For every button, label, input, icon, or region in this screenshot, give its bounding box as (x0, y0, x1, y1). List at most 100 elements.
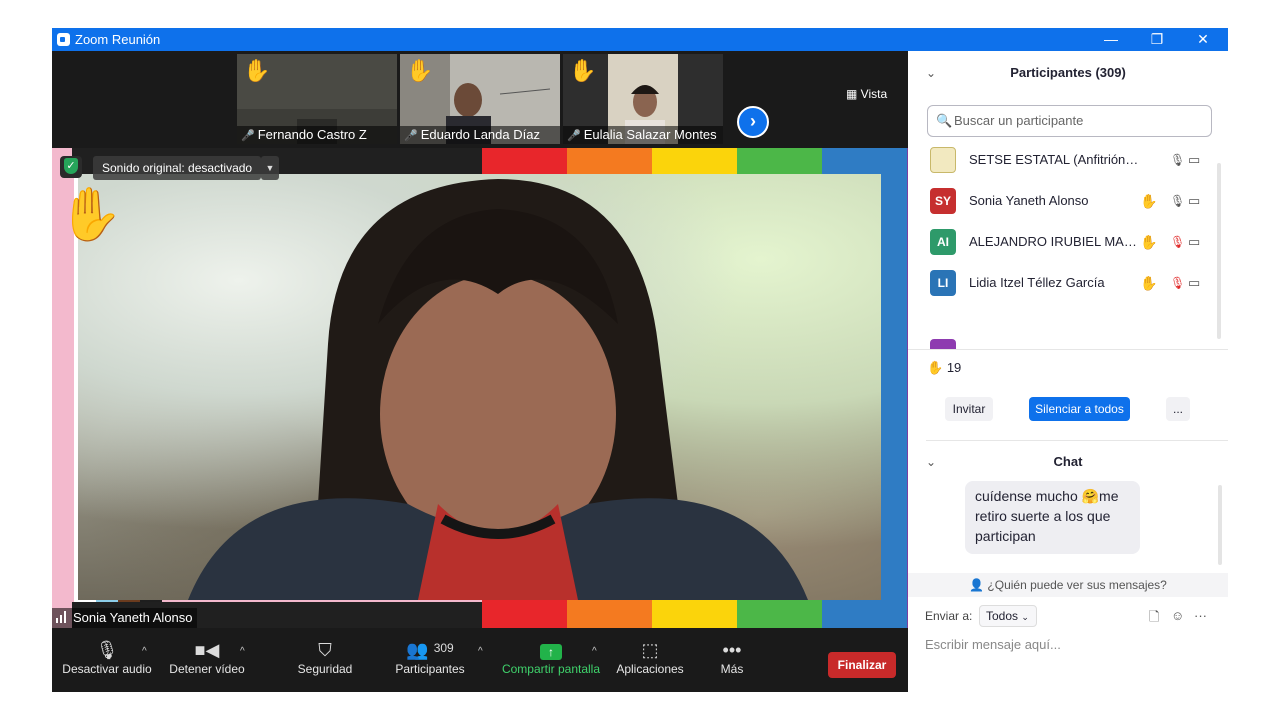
side-panel: ⌄ Participantes (309) 🔍 Buscar un partic… (908, 51, 1228, 692)
user-info-icon: 👤 (969, 578, 988, 592)
video-options-caret[interactable]: ^ (240, 646, 245, 657)
share-screen-icon: ↑ (498, 628, 604, 662)
active-speaker-video[interactable]: Sonido original: desactivado ▼ ✋ Sonia Y… (52, 148, 908, 628)
raised-hand-icon: ✋ (569, 58, 597, 83)
end-meeting-button[interactable]: Finalizar (828, 652, 896, 678)
microphone-icon: 🎙 (95, 640, 119, 660)
invite-button[interactable]: Invitar (945, 397, 993, 421)
zoom-logo-icon (57, 33, 70, 46)
signal-bars-icon (56, 611, 70, 623)
participants-count: 309 (433, 641, 454, 655)
video-area: ✋ 🎤 Fernando Castro Z ✋ 🎤 Eduardo Landa Dí… (52, 51, 908, 692)
speaker-person-image (188, 179, 808, 600)
microphone-icon[interactable]: 🎙 (1170, 188, 1185, 214)
zoom-window: Zoom Reunión — ❐ ✕ ✋ 🎤 Fernando Castro Z … (52, 28, 1228, 692)
raised-hands-count: ✋ 19 (927, 360, 962, 375)
avatar: SY (930, 188, 956, 214)
more-dots-icon[interactable]: ··· (1194, 608, 1207, 623)
avatar: AI (930, 229, 956, 255)
chat-header: ⌄ Chat (908, 450, 1228, 474)
apps-icon: ⬚ (641, 640, 659, 660)
title-bar: Zoom Reunión — ❐ ✕ (52, 28, 1228, 51)
mute-all-button[interactable]: Silenciar a todos (1029, 397, 1130, 421)
file-icon[interactable]: 🗋 (1149, 608, 1159, 630)
grid-icon: ▦ (846, 87, 861, 101)
thumbnail-name-label: 🎤 Eduardo Landa Díaz (400, 126, 560, 144)
stop-video-button[interactable]: ■◀ Detener vídeo (164, 628, 250, 692)
participant-row[interactable]: LI Lidia Itzel Téllez García ✋ 🎙 ▭ (930, 270, 1220, 296)
security-button[interactable]: ⛉ Seguridad (290, 628, 360, 692)
chat-scrollbar[interactable] (1218, 485, 1222, 565)
thumbnail-video[interactable]: ✋ 🎤 Fernando Castro Z (237, 54, 397, 144)
mic-muted-icon[interactable]: 🎙 (1170, 270, 1185, 296)
divider (926, 440, 1228, 441)
microphone-icon[interactable]: 🎙 (1170, 147, 1185, 173)
raised-hand-icon: ✋ (1140, 275, 1158, 291)
next-page-button[interactable]: › (737, 106, 769, 138)
thumbnail-name-label: 🎤 Fernando Castro Z (237, 126, 397, 144)
chat-message-input[interactable]: Escribir mensaje aquí... (925, 637, 1215, 659)
speaker-name-label: Sonia Yaneth Alonso (52, 608, 197, 628)
participant-search-input[interactable]: 🔍 Buscar un participante (927, 105, 1212, 137)
original-sound-dropdown-caret[interactable]: ▼ (261, 156, 279, 180)
video-camera-icon[interactable]: ▭ (1188, 147, 1200, 173)
mic-muted-icon: 🎤 (241, 130, 255, 142)
raised-hand-icon: ✋ (927, 360, 944, 375)
chevron-down-icon: ⌄ (1021, 612, 1029, 622)
avatar: LI (930, 270, 956, 296)
raised-hand-icon: ✋ (58, 186, 123, 244)
participants-header: ⌄ Participantes (309) (908, 61, 1228, 85)
raised-hand-icon: ✋ (1140, 234, 1158, 250)
security-shield-icon: ⛉ (318, 640, 332, 660)
raised-hand-icon: ✋ (1140, 193, 1158, 209)
close-button[interactable]: ✕ (1180, 28, 1226, 51)
restore-button[interactable]: ❐ (1134, 28, 1180, 51)
who-can-see-messages-link[interactable]: 👤 ¿Quién puede ver sus mensajes? (908, 573, 1228, 597)
minimize-button[interactable]: — (1088, 28, 1134, 51)
video-camera-icon[interactable]: ▭ (1188, 270, 1200, 296)
send-to-label: Enviar a: (925, 609, 973, 623)
divider (908, 349, 1228, 350)
shield-icon (60, 156, 82, 178)
view-button[interactable]: ▦ Vista (846, 87, 887, 101)
participants-scrollbar[interactable] (1217, 163, 1221, 339)
meeting-toolbar: 🎙 Desactivar audio ^ ■◀ Detener vídeo ^ … (52, 628, 908, 692)
mute-audio-button[interactable]: 🎙 Desactivar audio (62, 628, 152, 692)
mic-muted-icon[interactable]: 🎙 (1170, 229, 1185, 255)
original-sound-toggle[interactable]: Sonido original: desactivado (93, 156, 262, 180)
window-title: Zoom Reunión (75, 32, 161, 47)
participants-button[interactable]: 👥 309 Participantes (390, 628, 470, 692)
more-button[interactable]: ••• Más (712, 628, 752, 692)
video-camera-icon: ■◀ (194, 640, 220, 660)
audio-options-caret[interactable]: ^ (142, 646, 147, 657)
participant-row[interactable]: SETSE ESTATAL (Anfitrión, yo) 🎙 ▭ (930, 147, 1220, 173)
avatar (930, 339, 956, 349)
raised-hand-icon: ✋ (406, 58, 434, 83)
collapse-chevron-icon[interactable]: ⌄ (926, 450, 936, 474)
apps-button[interactable]: ⬚ Aplicaciones (612, 628, 688, 692)
more-dots-icon: ••• (722, 640, 742, 660)
more-options-button[interactable]: ... (1166, 397, 1190, 421)
thumbnail-video[interactable]: ✋ 🎤 Eduardo Landa Díaz (400, 54, 560, 144)
share-screen-button[interactable]: ↑ Compartir pantalla (498, 628, 604, 692)
participants-options-caret[interactable]: ^ (478, 646, 483, 657)
participant-row[interactable]: AI ALEJANDRO IRUBIEL MART... ✋ 🎙 ▭ (930, 229, 1220, 255)
search-icon: 🔍 (936, 113, 953, 128)
video-camera-icon[interactable]: ▭ (1188, 229, 1200, 255)
recipient-dropdown[interactable]: Todos ⌄ (979, 605, 1037, 627)
collapse-chevron-icon[interactable]: ⌄ (926, 61, 936, 85)
mic-muted-icon: 🎤 (404, 130, 418, 142)
thumbnail-name-label: 🎤 Eulalia Salazar Montes (563, 126, 723, 144)
video-camera-icon[interactable]: ▭ (1188, 188, 1200, 214)
chat-message-bubble: cuídense mucho 🤗me retiro suerte a los q… (965, 481, 1140, 554)
thumbnail-video[interactable]: ✋ 🎤 Eulalia Salazar Montes (563, 54, 723, 144)
avatar (930, 147, 956, 173)
share-options-caret[interactable]: ^ (592, 646, 597, 657)
emoji-icon[interactable]: ☺ (1171, 608, 1184, 623)
raised-hand-icon: ✋ (243, 58, 271, 83)
participant-row[interactable]: SY Sonia Yaneth Alonso ✋ 🎙 ▭ (930, 188, 1220, 214)
speaker-camera-feed (78, 174, 881, 600)
participants-icon: 👥 309 (406, 640, 454, 660)
mic-muted-icon: 🎤 (567, 130, 581, 142)
chat-messages: cuídense mucho 🤗me retiro suerte a los q… (908, 475, 1228, 575)
